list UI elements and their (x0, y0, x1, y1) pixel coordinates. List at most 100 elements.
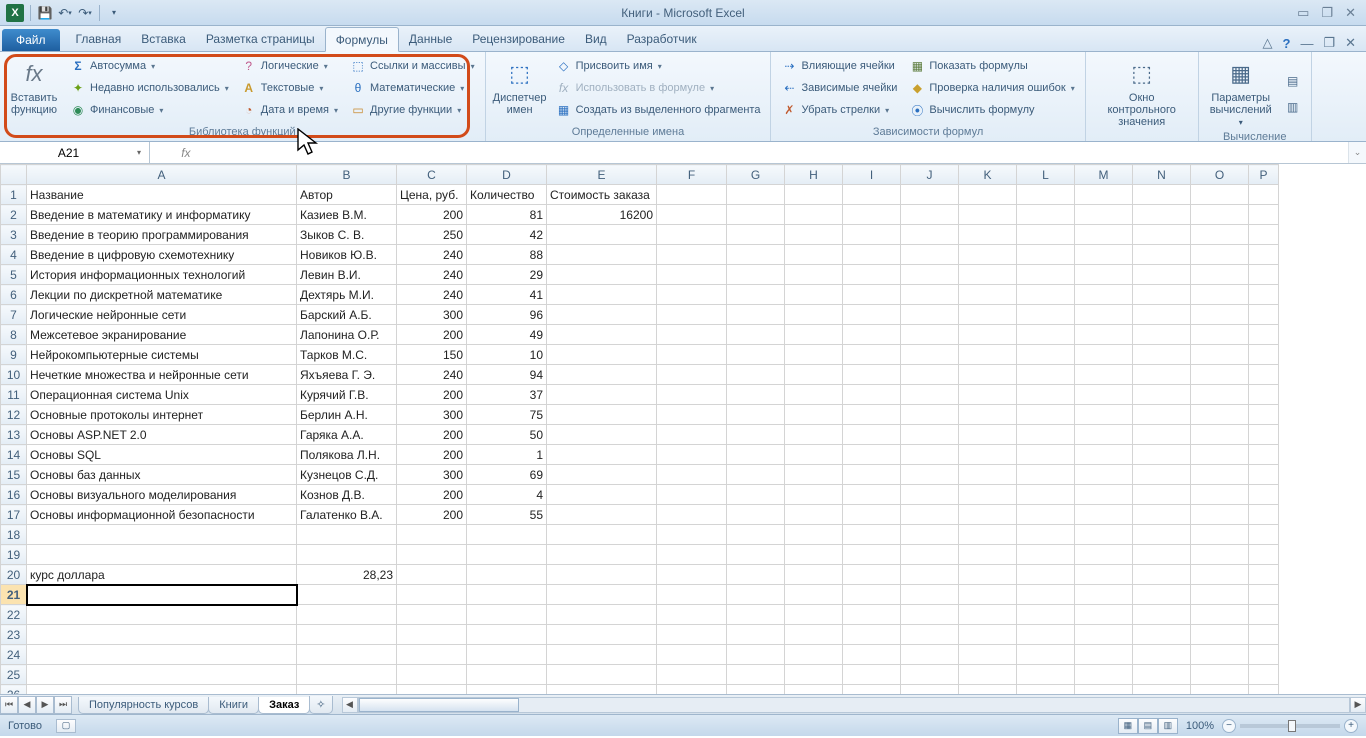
cell[interactable] (547, 325, 657, 345)
cell[interactable] (467, 525, 547, 545)
cell[interactable]: 55 (467, 505, 547, 525)
cell[interactable] (1133, 245, 1191, 265)
cell[interactable] (1133, 345, 1191, 365)
cell[interactable] (657, 485, 727, 505)
cell[interactable]: Основы SQL (27, 445, 297, 465)
cell[interactable] (657, 285, 727, 305)
zoom-slider[interactable] (1240, 724, 1340, 728)
cell[interactable] (657, 625, 727, 645)
watch-window-button[interactable]: ⬚ Окно контрольного значения (1092, 56, 1192, 130)
cell[interactable] (785, 645, 843, 665)
cell[interactable] (1133, 305, 1191, 325)
doc-close-icon[interactable]: ✕ (1345, 35, 1356, 51)
financial-button[interactable]: ◉Финансовые▾ (66, 100, 233, 120)
cell[interactable] (27, 685, 297, 695)
cell[interactable] (1017, 545, 1075, 565)
cell[interactable] (901, 685, 959, 695)
cell[interactable] (1249, 485, 1279, 505)
cell[interactable] (547, 405, 657, 425)
cell[interactable] (27, 645, 297, 665)
cell[interactable] (1075, 345, 1133, 365)
cell[interactable] (1075, 625, 1133, 645)
cell[interactable] (1133, 505, 1191, 525)
cell[interactable]: 200 (397, 485, 467, 505)
cell[interactable] (397, 585, 467, 605)
row-header[interactable]: 2 (1, 205, 27, 225)
cell[interactable] (1133, 585, 1191, 605)
cell[interactable] (901, 405, 959, 425)
cell[interactable] (1191, 285, 1249, 305)
cell[interactable] (843, 645, 901, 665)
cell[interactable]: Зыков С. В. (297, 225, 397, 245)
cell[interactable]: Казиев В.М. (297, 205, 397, 225)
cell[interactable] (901, 225, 959, 245)
cell[interactable] (785, 625, 843, 645)
cell[interactable] (843, 405, 901, 425)
cell[interactable] (657, 525, 727, 545)
cell[interactable] (27, 525, 297, 545)
cell[interactable] (1249, 425, 1279, 445)
row-header[interactable]: 3 (1, 225, 27, 245)
cell[interactable]: 240 (397, 265, 467, 285)
cell[interactable] (1017, 345, 1075, 365)
cell[interactable] (843, 585, 901, 605)
cell[interactable] (467, 545, 547, 565)
row-header[interactable]: 13 (1, 425, 27, 445)
cell[interactable] (397, 645, 467, 665)
row-header[interactable]: 18 (1, 525, 27, 545)
fx-icon[interactable]: fx (175, 146, 196, 160)
cell[interactable]: 150 (397, 345, 467, 365)
cell[interactable] (727, 345, 785, 365)
cell[interactable] (1191, 545, 1249, 565)
cell[interactable] (727, 205, 785, 225)
cell[interactable] (1075, 545, 1133, 565)
cell[interactable] (1017, 645, 1075, 665)
cell[interactable] (785, 305, 843, 325)
recently-used-button[interactable]: ✦Недавно использовались▾ (66, 78, 233, 98)
cell[interactable] (959, 665, 1017, 685)
tab-вставка[interactable]: Вставка (131, 27, 196, 51)
cell[interactable] (1249, 445, 1279, 465)
last-sheet-button[interactable]: ⏭ (54, 696, 72, 714)
cell[interactable] (1075, 385, 1133, 405)
cell[interactable] (657, 405, 727, 425)
cell[interactable] (1075, 225, 1133, 245)
cell[interactable] (1191, 465, 1249, 485)
cell[interactable] (1017, 385, 1075, 405)
cell[interactable] (843, 345, 901, 365)
cell[interactable] (785, 425, 843, 445)
cell[interactable] (1133, 425, 1191, 445)
zoom-slider-thumb[interactable] (1288, 720, 1296, 732)
cell[interactable] (1017, 225, 1075, 245)
row-header[interactable]: 23 (1, 625, 27, 645)
sheet-tab[interactable]: Книги (208, 697, 259, 714)
cell[interactable] (657, 445, 727, 465)
tab-разработчик[interactable]: Разработчик (617, 27, 707, 51)
cell[interactable] (1249, 585, 1279, 605)
cell[interactable] (547, 485, 657, 505)
cell[interactable] (657, 325, 727, 345)
row-header[interactable]: 21 (1, 585, 27, 605)
cell[interactable] (785, 585, 843, 605)
cell[interactable] (1075, 525, 1133, 545)
cell[interactable] (547, 665, 657, 685)
cell[interactable] (959, 245, 1017, 265)
cell[interactable] (1133, 365, 1191, 385)
cell[interactable] (547, 225, 657, 245)
cell[interactable] (959, 345, 1017, 365)
cell[interactable] (727, 565, 785, 585)
cell[interactable]: Межсетевое экранирование (27, 325, 297, 345)
row-header[interactable]: 9 (1, 345, 27, 365)
row-header[interactable]: 1 (1, 185, 27, 205)
minimize-ribbon-icon[interactable]: △ (1262, 35, 1272, 51)
cell[interactable] (959, 385, 1017, 405)
cell[interactable] (727, 585, 785, 605)
cell[interactable]: 1 (467, 445, 547, 465)
cell[interactable] (959, 605, 1017, 625)
name-box-dropdown-icon[interactable]: ▾ (133, 148, 145, 157)
cell[interactable]: Полякова Л.Н. (297, 445, 397, 465)
cell[interactable] (547, 345, 657, 365)
cell[interactable] (1249, 465, 1279, 485)
cell[interactable]: 200 (397, 505, 467, 525)
prev-sheet-button[interactable]: ◀ (18, 696, 36, 714)
